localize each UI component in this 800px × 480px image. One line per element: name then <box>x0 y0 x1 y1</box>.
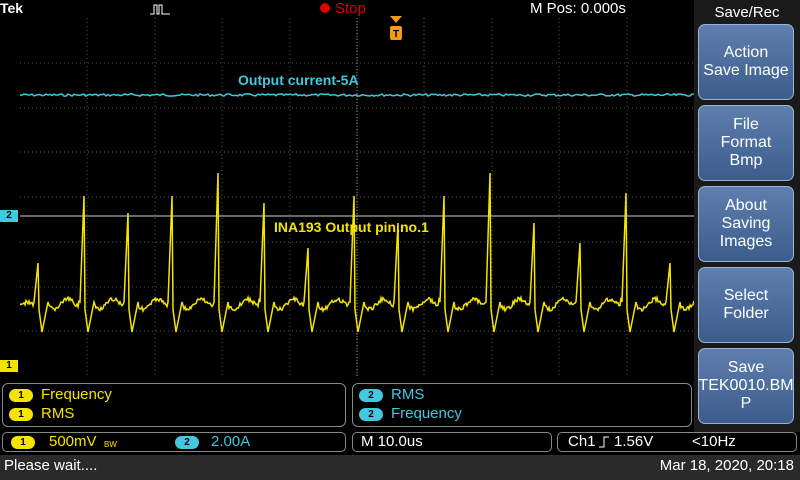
ch1-badge: 1 <box>9 388 33 402</box>
ch2-ground-marker[interactable]: 2 <box>0 210 18 222</box>
ch2-amps-per-div: 2.00A <box>211 433 251 450</box>
trigger-frequency: <10Hz <box>692 433 736 450</box>
measurement-name: Frequency <box>41 386 112 403</box>
select-folder-softkey[interactable]: Select Folder <box>698 267 794 343</box>
trigger-source: Ch1 <box>568 433 596 450</box>
brand-label: Tek <box>0 0 24 16</box>
stop-status-icon <box>320 3 330 13</box>
measurement-row: 2 Frequency 3.571MHz <box>359 405 685 424</box>
ch2-annotation: Output current-5A <box>238 72 359 88</box>
ch1-badge: 1 <box>11 436 35 449</box>
file-format-softkey[interactable]: File Format Bmp <box>698 105 794 181</box>
vertical-scale-box[interactable]: 1 500mV BW 2 2.00A <box>2 432 346 452</box>
horizontal-position-readout: M Pos: 0.000s <box>530 0 626 17</box>
measurement-panel-right: 2 RMS 4.91A 2 Frequency 3.571MHz <box>352 383 692 427</box>
action-softkey[interactable]: Action Save Image <box>698 24 794 100</box>
status-message: Please wait.... <box>4 457 98 474</box>
ch1-volts-per-div: 500mV <box>49 433 97 450</box>
trigger-level: 1.56V <box>614 433 654 450</box>
ch1-annotation: INA193 Output pin.no.1 <box>274 219 429 235</box>
menu-title: Save/Rec <box>714 4 780 21</box>
measurement-row: 1 RMS 600mV <box>9 405 339 424</box>
trigger-position-marker[interactable]: T <box>388 14 404 42</box>
bandwidth-limit-indicator: BW <box>104 440 117 449</box>
about-saving-images-softkey[interactable]: About Saving Images <box>698 186 794 262</box>
ch2-badge: 2 <box>359 407 383 421</box>
measurement-name: Frequency <box>391 405 462 422</box>
measurement-name: RMS <box>41 405 75 422</box>
ch2-badge: 2 <box>175 436 199 449</box>
message-bar: Please wait.... Mar 18, 2020, 20:18 <box>0 455 800 480</box>
acquisition-indicator-icon <box>150 4 170 15</box>
run-state-label: Stop <box>335 0 366 17</box>
graticule: Output current-5A INA193 Output pin.no.1 <box>19 18 695 376</box>
ch1-ground-marker[interactable]: 1 <box>0 360 18 372</box>
trigger-box[interactable]: Ch1 1.56V <10Hz <box>557 432 797 452</box>
date-time: Mar 18, 2020, 20:18 <box>659 457 794 474</box>
top-status-bar: Tek Stop M Pos: 0.000s <box>0 0 694 18</box>
timebase-readout: M 10.0us <box>361 433 423 450</box>
measurement-value: 82.61kHz <box>217 386 281 403</box>
measurement-row: 1 Frequency 82.61kHz <box>9 386 339 405</box>
waveform-display[interactable]: Output current-5A INA193 Output pin.no.1 <box>19 18 695 376</box>
measurement-value: 4.91A <box>565 386 605 403</box>
ch1-badge: 1 <box>9 407 33 421</box>
measurement-value: 600mV <box>217 405 265 422</box>
timebase-box[interactable]: M 10.0us <box>352 432 552 452</box>
measurement-row: 2 RMS 4.91A <box>359 386 685 405</box>
save-recall-menu: Save/Rec Action Save Image File Format Bmp … <box>694 0 800 432</box>
ch2-badge: 2 <box>359 388 383 402</box>
measurement-panel-left: 1 Frequency 82.61kHz 1 RMS 600mV <box>2 383 346 427</box>
measurement-value: 3.571MHz <box>565 405 634 422</box>
measurement-name: RMS <box>391 386 425 403</box>
rising-edge-icon <box>599 436 609 448</box>
svg-text:T: T <box>393 29 399 40</box>
save-file-softkey[interactable]: Save TEK0010.BM P <box>698 348 794 424</box>
